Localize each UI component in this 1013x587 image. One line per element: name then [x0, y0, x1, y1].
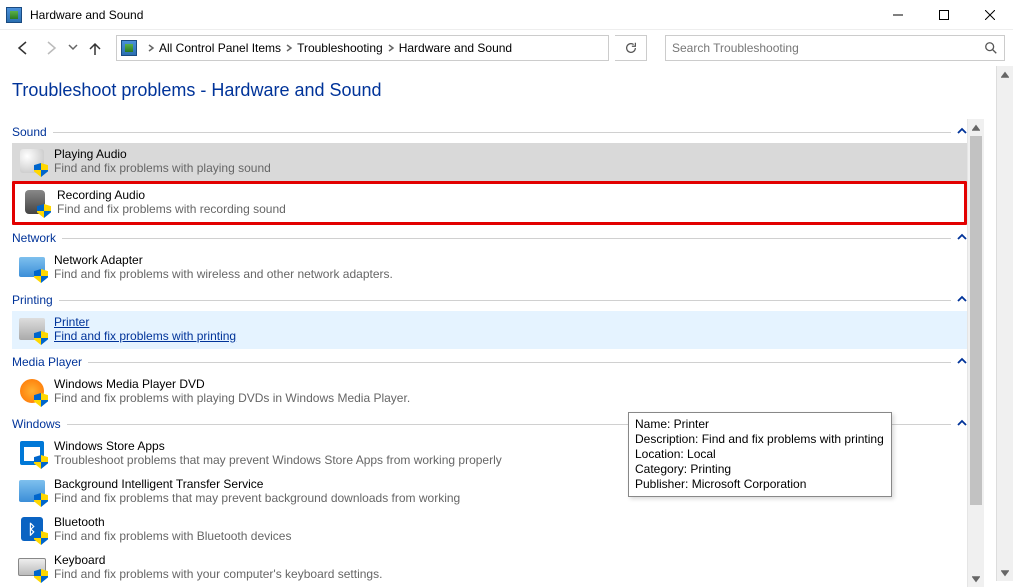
microphone-icon — [21, 188, 49, 216]
keyboard-icon — [18, 553, 46, 581]
back-button[interactable] — [12, 37, 34, 59]
app-icon — [6, 7, 22, 23]
search-box[interactable] — [665, 35, 1005, 61]
up-button[interactable] — [84, 37, 106, 59]
item-desc: Find and fix problems that may prevent b… — [54, 491, 460, 505]
breadcrumb-item[interactable]: Hardware and Sound — [399, 41, 512, 55]
item-name: Bluetooth — [54, 515, 291, 529]
divider — [62, 238, 951, 239]
tooltip-line: Category: Printing — [635, 462, 885, 477]
item-name: Windows Store Apps — [54, 439, 502, 453]
breadcrumb-item[interactable]: All Control Panel Items — [159, 41, 281, 55]
troubleshooter-playing-audio[interactable]: Playing Audio Find and fix problems with… — [12, 143, 967, 181]
item-name: Recording Audio — [57, 188, 286, 202]
section-label: Media Player — [12, 355, 82, 369]
item-name: Background Intelligent Transfer Service — [54, 477, 460, 491]
store-icon — [18, 439, 46, 467]
tooltip-line: Name: Printer — [635, 417, 885, 432]
scroll-down-button[interactable] — [997, 564, 1013, 581]
divider — [59, 300, 951, 301]
page-title: Troubleshoot problems - Hardware and Sou… — [12, 80, 984, 101]
address-bar[interactable]: All Control Panel Items Troubleshooting … — [116, 35, 609, 61]
control-panel-icon — [121, 40, 137, 56]
troubleshooter-keyboard[interactable]: Keyboard Find and fix problems with your… — [12, 549, 967, 587]
item-desc: Find and fix problems with your computer… — [54, 567, 382, 581]
search-icon — [984, 41, 998, 55]
chevron-up-icon[interactable] — [957, 125, 967, 139]
item-desc: Find and fix problems with printing — [54, 329, 236, 343]
item-name: Keyboard — [54, 553, 382, 567]
chevron-up-icon[interactable] — [957, 231, 967, 245]
tooltip-line: Description: Find and fix problems with … — [635, 432, 885, 447]
scroll-track[interactable] — [968, 136, 984, 570]
minimize-button[interactable] — [875, 0, 921, 30]
section-label: Printing — [12, 293, 53, 307]
content-area: Troubleshoot problems - Hardware and Sou… — [0, 66, 996, 587]
section-label: Network — [12, 231, 56, 245]
item-desc: Find and fix problems with recording sou… — [57, 202, 286, 216]
item-desc: Troubleshoot problems that may prevent W… — [54, 453, 502, 467]
scroll-track[interactable] — [997, 83, 1013, 564]
troubleshooter-wmp-dvd[interactable]: Windows Media Player DVD Find and fix pr… — [12, 373, 967, 411]
chevron-right-icon[interactable] — [147, 41, 155, 55]
forward-button[interactable] — [40, 37, 62, 59]
chevron-up-icon[interactable] — [957, 293, 967, 307]
item-name: Printer — [54, 315, 236, 329]
divider — [88, 362, 951, 363]
titlebar: Hardware and Sound — [0, 0, 1013, 30]
maximize-button[interactable] — [921, 0, 967, 30]
close-button[interactable] — [967, 0, 1013, 30]
breadcrumb-item[interactable]: Troubleshooting — [297, 41, 383, 55]
bluetooth-icon: ᛒ — [18, 515, 46, 543]
item-desc: Find and fix problems with Bluetooth dev… — [54, 529, 291, 543]
troubleshooter-network-adapter[interactable]: Network Adapter Find and fix problems wi… — [12, 249, 967, 287]
chevron-up-icon[interactable] — [957, 417, 967, 431]
section-header-network[interactable]: Network — [12, 231, 967, 245]
window-title: Hardware and Sound — [30, 8, 143, 22]
inner-scrollbar[interactable] — [967, 119, 984, 587]
navbar: All Control Panel Items Troubleshooting … — [0, 30, 1013, 66]
item-name: Playing Audio — [54, 147, 271, 161]
section-label: Windows — [12, 417, 61, 431]
item-desc: Find and fix problems with playing sound — [54, 161, 271, 175]
tooltip-line: Publisher: Microsoft Corporation — [635, 477, 885, 492]
tooltip-printer: Name: Printer Description: Find and fix … — [628, 412, 892, 497]
troubleshooter-printer[interactable]: Printer Find and fix problems with print… — [12, 311, 967, 349]
network-icon — [18, 253, 46, 281]
printer-icon — [18, 315, 46, 343]
troubleshooter-recording-audio[interactable]: Recording Audio Find and fix problems wi… — [12, 181, 967, 225]
item-desc: Find and fix problems with wireless and … — [54, 267, 393, 281]
window-scrollbar[interactable] — [996, 66, 1013, 581]
scroll-thumb[interactable] — [970, 136, 982, 505]
troubleshooter-bluetooth[interactable]: ᛒ Bluetooth Find and fix problems with B… — [12, 511, 967, 549]
divider — [53, 132, 951, 133]
refresh-button[interactable] — [615, 35, 647, 61]
section-header-media-player[interactable]: Media Player — [12, 355, 967, 369]
history-dropdown[interactable] — [68, 41, 78, 55]
scroll-up-button[interactable] — [997, 66, 1013, 83]
bits-icon — [18, 477, 46, 505]
scroll-down-button[interactable] — [968, 570, 984, 587]
chevron-right-icon[interactable] — [285, 41, 293, 55]
item-name: Windows Media Player DVD — [54, 377, 410, 391]
item-desc: Find and fix problems with playing DVDs … — [54, 391, 410, 405]
section-header-sound[interactable]: Sound — [12, 125, 967, 139]
search-input[interactable] — [672, 41, 984, 55]
chevron-up-icon[interactable] — [957, 355, 967, 369]
chevron-right-icon[interactable] — [387, 41, 395, 55]
speaker-icon — [18, 147, 46, 175]
section-label: Sound — [12, 125, 47, 139]
wmp-icon — [18, 377, 46, 405]
window-controls — [875, 0, 1013, 30]
tooltip-line: Location: Local — [635, 447, 885, 462]
scroll-up-button[interactable] — [968, 119, 984, 136]
item-name: Network Adapter — [54, 253, 393, 267]
section-header-printing[interactable]: Printing — [12, 293, 967, 307]
